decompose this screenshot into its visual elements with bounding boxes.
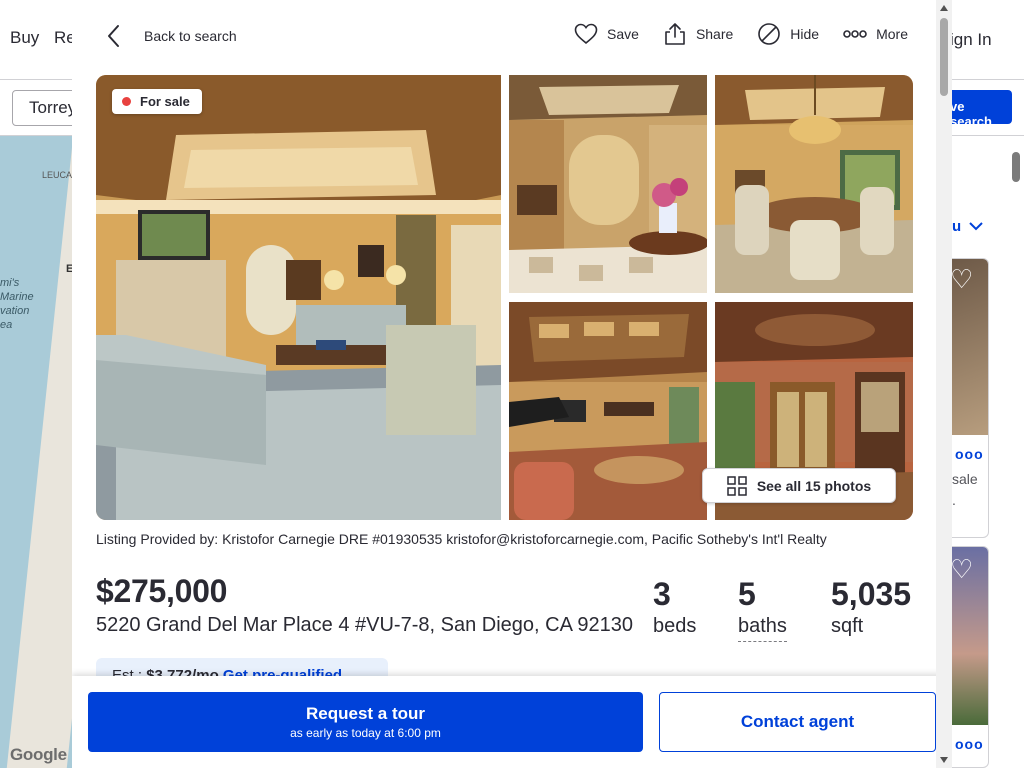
back-label: Back to search — [144, 28, 237, 44]
more-icon — [843, 30, 867, 38]
sign-in-link[interactable]: ign In — [950, 30, 992, 50]
scrollbar-thumb[interactable] — [940, 18, 948, 96]
listing-detail-modal: Back to search Save Share Hide More For … — [72, 0, 952, 768]
sqft-label: sqft — [831, 615, 864, 637]
for-sale-badge: For sale — [112, 89, 202, 114]
hide-label: Hide — [790, 26, 820, 42]
photo-dining-room[interactable] — [715, 75, 913, 293]
for-sale-label: For sale — [140, 94, 190, 109]
status-dot — [122, 97, 131, 106]
request-tour-button[interactable]: Request a tour as early as today at 6:00… — [88, 692, 643, 752]
heart-icon — [574, 23, 598, 45]
sqft-stat: 5,035 sqft — [831, 577, 911, 641]
save-button[interactable]: Save — [574, 23, 639, 45]
photo-living-room[interactable] — [96, 75, 501, 520]
share-icon — [665, 23, 685, 45]
beds-stat: 3 beds — [653, 577, 696, 641]
contact-agent-button[interactable]: Contact agent — [659, 692, 936, 752]
card-text: . — [952, 492, 956, 508]
photo-entry-foyer[interactable] — [509, 75, 707, 293]
hide-button[interactable]: Hide — [757, 22, 819, 46]
share-label: Share — [695, 26, 734, 42]
photo-gallery — [96, 75, 913, 520]
hide-icon — [758, 23, 781, 45]
save-label: Save — [607, 26, 639, 42]
map-label-leucadia: LEUCA — [42, 170, 72, 180]
beds-label: beds — [653, 615, 697, 637]
listing-provided-by: Listing Provided by: Kristofor Carnegie … — [96, 531, 827, 547]
more-icon[interactable]: ooo — [955, 736, 984, 752]
card-status: sale — [952, 471, 978, 487]
map[interactable]: LEUCA mi's Marine vation ea E — [0, 136, 72, 768]
google-logo: Google — [10, 745, 67, 764]
more-label: More — [876, 26, 908, 42]
request-tour-label: Request a tour — [305, 704, 426, 723]
cta-bar: Request a tour as early as today at 6:00… — [72, 676, 952, 768]
grid-icon — [727, 475, 747, 496]
modal-actions: Save Share Hide More — [550, 22, 908, 46]
back-to-search-link[interactable]: Back to search — [104, 20, 237, 52]
nav-buy[interactable]: Buy — [10, 28, 39, 48]
photo-great-room[interactable] — [509, 302, 707, 520]
heart-icon[interactable]: ♡ — [950, 266, 973, 292]
modal-topbar: Back to search Save Share Hide More — [72, 0, 936, 72]
map-label-marine-reserve: mi's Marine vation ea — [0, 277, 34, 331]
map-land — [6, 136, 72, 768]
sort-menu[interactable]: u — [952, 218, 961, 235]
listing-price: $275,000 — [96, 573, 228, 609]
heart-icon[interactable]: ♡ — [950, 556, 973, 582]
share-button[interactable]: Share — [663, 22, 733, 46]
baths-stat[interactable]: 5 baths — [738, 577, 787, 642]
see-all-photos-button[interactable]: See all 15 photos — [702, 468, 896, 503]
request-tour-subtitle: as early as today at 6:00 pm — [290, 726, 441, 740]
modal-scrollbar[interactable] — [936, 0, 952, 768]
see-all-label: See all 15 photos — [756, 477, 872, 494]
more-icon[interactable]: ooo — [955, 446, 984, 462]
sqft-value: 5,035 — [831, 576, 912, 612]
listing-address: 5220 Grand Del Mar Place 4 #VU-7-8, San … — [96, 614, 633, 636]
beds-value: 3 — [653, 576, 671, 612]
more-button[interactable]: More — [843, 26, 908, 42]
baths-value: 5 — [738, 576, 756, 612]
chevron-left-icon — [108, 25, 119, 47]
results-scrollbar[interactable] — [1012, 152, 1020, 182]
baths-label[interactable]: baths — [738, 611, 787, 642]
scroll-down-arrow-icon[interactable] — [940, 757, 948, 763]
listing-card[interactable] — [952, 258, 989, 538]
chevron-down-icon[interactable] — [969, 222, 983, 231]
scroll-up-arrow-icon[interactable] — [940, 5, 948, 11]
